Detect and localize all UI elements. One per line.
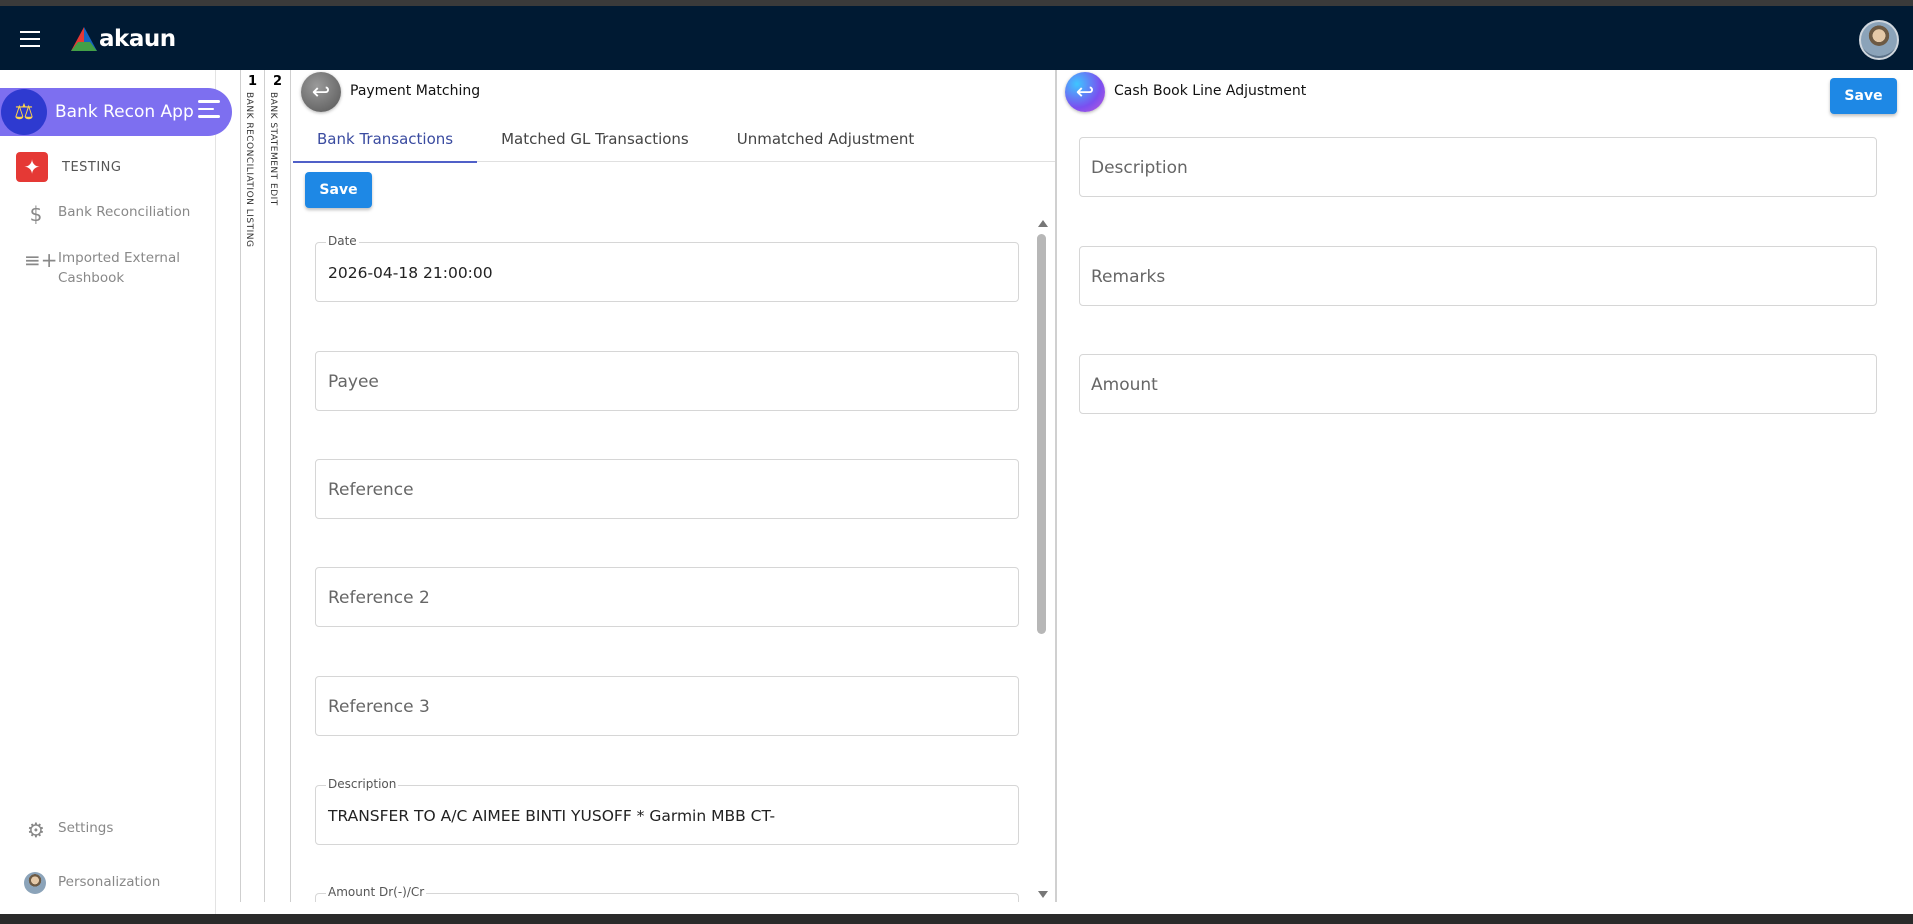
hamburger-menu-icon[interactable] bbox=[20, 31, 42, 47]
amount-input[interactable]: Amount bbox=[1079, 354, 1877, 414]
vtab-bank-reconciliation-listing[interactable]: 1 BANK RECONCILIATION LISTING bbox=[240, 70, 265, 902]
remarks-input[interactable]: Remarks bbox=[1079, 246, 1877, 306]
back-button[interactable]: ↩ bbox=[301, 72, 341, 112]
app-switcher[interactable]: ⚖ Bank Recon Apple bbox=[0, 88, 232, 136]
vtab-label: BANK RECONCILIATION LISTING bbox=[244, 92, 254, 248]
reference-placeholder: Reference bbox=[328, 480, 414, 500]
user-avatar[interactable] bbox=[1859, 20, 1899, 60]
reply-arrow-icon: ↩ bbox=[311, 79, 331, 105]
dollar-icon: $ bbox=[29, 202, 43, 226]
org-logo-icon: ✦ bbox=[16, 152, 48, 182]
sidebar-item-label: Personalization bbox=[58, 874, 161, 890]
brand-logo[interactable]: akaun bbox=[70, 22, 176, 56]
brand-name: akaun bbox=[99, 26, 176, 52]
amount-label: Amount Dr(-)/Cr bbox=[326, 885, 427, 899]
playlist-add-icon: ≡+ bbox=[24, 248, 58, 272]
description-placeholder: Description bbox=[1091, 158, 1188, 178]
tab-bar: Bank Transactions Matched GL Transaction… bbox=[293, 116, 1055, 163]
date-value: 2026-04-18 21:00:00 bbox=[328, 264, 493, 282]
scrollbar-thumb[interactable] bbox=[1037, 234, 1046, 634]
scroll-down-arrow-icon[interactable] bbox=[1038, 891, 1048, 898]
sidebar-item-settings[interactable]: ⚙ Settings bbox=[24, 818, 198, 842]
sidebar-item-imported-external-cashbook[interactable]: ≡+ Imported External Cashbook bbox=[24, 248, 198, 288]
avatar-icon bbox=[24, 872, 48, 894]
akaun-logo-icon bbox=[71, 27, 97, 51]
app-title: Bank Recon Apple bbox=[55, 102, 195, 122]
description-field[interactable]: Description TRANSFER TO A/C AIMEE BINTI … bbox=[315, 777, 1019, 845]
vtab-number: 1 bbox=[247, 74, 258, 89]
gear-icon: ⚙ bbox=[27, 818, 45, 842]
sidebar: ⚖ Bank Recon Apple ✦ TESTING $ Bank Reco… bbox=[0, 70, 232, 924]
remarks-placeholder: Remarks bbox=[1091, 267, 1166, 287]
vtab-number: 2 bbox=[272, 74, 283, 89]
payee-placeholder: Payee bbox=[328, 372, 379, 392]
save-button[interactable]: Save bbox=[1830, 78, 1897, 114]
panel-title: Payment Matching bbox=[350, 83, 481, 99]
window-bottom-border bbox=[0, 914, 1913, 924]
description-value: TRANSFER TO A/C AIMEE BINTI YUSOFF * Gar… bbox=[328, 807, 776, 825]
back-button[interactable]: ↩ bbox=[1065, 72, 1105, 112]
vertical-scrollbar[interactable] bbox=[1036, 220, 1048, 898]
reference-field[interactable]: Reference bbox=[315, 459, 1019, 519]
payment-matching-panel: ↩ Payment Matching Bank Transactions Mat… bbox=[293, 70, 1055, 902]
reference-2-placeholder: Reference 2 bbox=[328, 588, 430, 608]
reference-2-field[interactable]: Reference 2 bbox=[315, 567, 1019, 627]
panel-title: Cash Book Line Adjustment bbox=[1114, 83, 1307, 99]
tab-unmatched-adjustment[interactable]: Unmatched Adjustment bbox=[713, 116, 939, 162]
reference-3-field[interactable]: Reference 3 bbox=[315, 676, 1019, 736]
payee-field[interactable]: Payee bbox=[315, 351, 1019, 411]
sidebar-item-label: Bank Reconciliation bbox=[58, 204, 191, 220]
sidebar-item-bank-reconciliation[interactable]: $ Bank Reconciliation bbox=[24, 202, 198, 226]
amount-placeholder: Amount bbox=[1091, 375, 1158, 395]
date-label: Date bbox=[326, 234, 359, 248]
bank-recon-app-icon: ⚖ bbox=[1, 89, 47, 135]
description-label: Description bbox=[326, 777, 399, 791]
org-selector[interactable]: ✦ TESTING bbox=[16, 152, 121, 182]
cash-book-line-adjustment-panel: ↩ Cash Book Line Adjustment Save Descrip… bbox=[1057, 70, 1913, 902]
amount-field[interactable]: Amount Dr(-)/Cr bbox=[315, 885, 1019, 902]
sidebar-item-personalization[interactable]: Personalization bbox=[24, 872, 198, 894]
date-field[interactable]: Date 2026-04-18 21:00:00 bbox=[315, 234, 1019, 302]
tab-matched-gl-transactions[interactable]: Matched GL Transactions bbox=[477, 116, 713, 162]
vtab-bank-statement-edit[interactable]: 2 BANK STATEMENT EDIT bbox=[265, 70, 291, 902]
reference-3-placeholder: Reference 3 bbox=[328, 697, 430, 717]
description-input[interactable]: Description bbox=[1079, 137, 1877, 197]
save-button[interactable]: Save bbox=[305, 172, 372, 208]
reply-arrow-icon: ↩ bbox=[1075, 79, 1095, 105]
sidebar-item-label: Settings bbox=[58, 820, 114, 836]
top-app-bar: akaun bbox=[0, 6, 1913, 70]
collapse-menu-icon[interactable] bbox=[198, 100, 224, 122]
sidebar-item-label: Imported External Cashbook bbox=[58, 250, 180, 286]
tab-bank-transactions[interactable]: Bank Transactions bbox=[293, 116, 478, 163]
scroll-up-arrow-icon[interactable] bbox=[1038, 220, 1048, 227]
org-name: TESTING bbox=[62, 159, 122, 175]
vtab-label: BANK STATEMENT EDIT bbox=[268, 92, 278, 206]
